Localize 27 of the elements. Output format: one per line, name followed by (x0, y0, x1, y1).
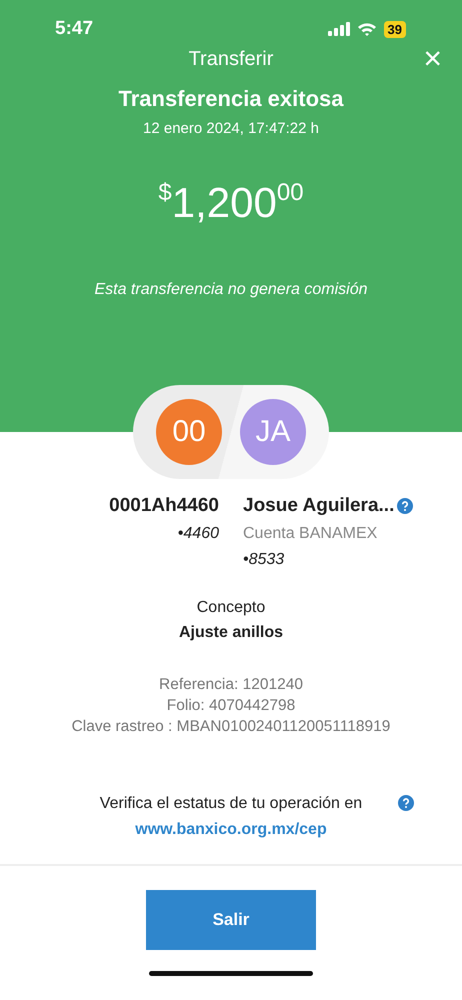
concept-value: Ajuste anillos (178, 624, 284, 642)
wifi-icon (356, 22, 377, 36)
status-time: 5:47 (55, 18, 94, 40)
verify-text: Verifica el estatus de tu operación en (100, 795, 362, 812)
commission-note: Esta transferencia no genera comisión (94, 281, 368, 299)
screen-title: Transferir (188, 48, 274, 71)
help-icon[interactable] (397, 498, 414, 514)
help-icon[interactable] (398, 795, 414, 811)
destination-account: •8533 (243, 551, 286, 569)
close-button[interactable]: × (423, 42, 442, 74)
detail-line: Clave rastreo : MBAN01002401120051118919 (72, 717, 390, 737)
success-heading: Transferencia exitosa (118, 86, 344, 112)
battery-level: 39 (384, 20, 406, 38)
detail-line: Folio: 4070442798 (166, 696, 296, 716)
origin-avatar: 00 (156, 399, 222, 465)
transfer-amount: $^{$}$1,200$^{00}$ (158, 179, 304, 227)
destination-avatar: JA (240, 399, 306, 465)
banxico-link[interactable]: www.banxico.org.mx/cep (135, 821, 327, 839)
detail-line: Referencia: 1201240 (159, 675, 303, 695)
destination-bank: Cuenta BANAMEX (243, 525, 378, 543)
transfer-date: 12 enero 2024, 17:47:22 h (143, 120, 319, 137)
destination-name: Josue Aguilera... (243, 495, 394, 517)
concept-label: Concepto (196, 599, 266, 617)
exit-button[interactable]: Salir (146, 890, 316, 950)
origin-account: •4460 (178, 525, 219, 543)
signal-icon (328, 22, 350, 36)
origin-name: 0001Ah4460 (109, 495, 219, 517)
